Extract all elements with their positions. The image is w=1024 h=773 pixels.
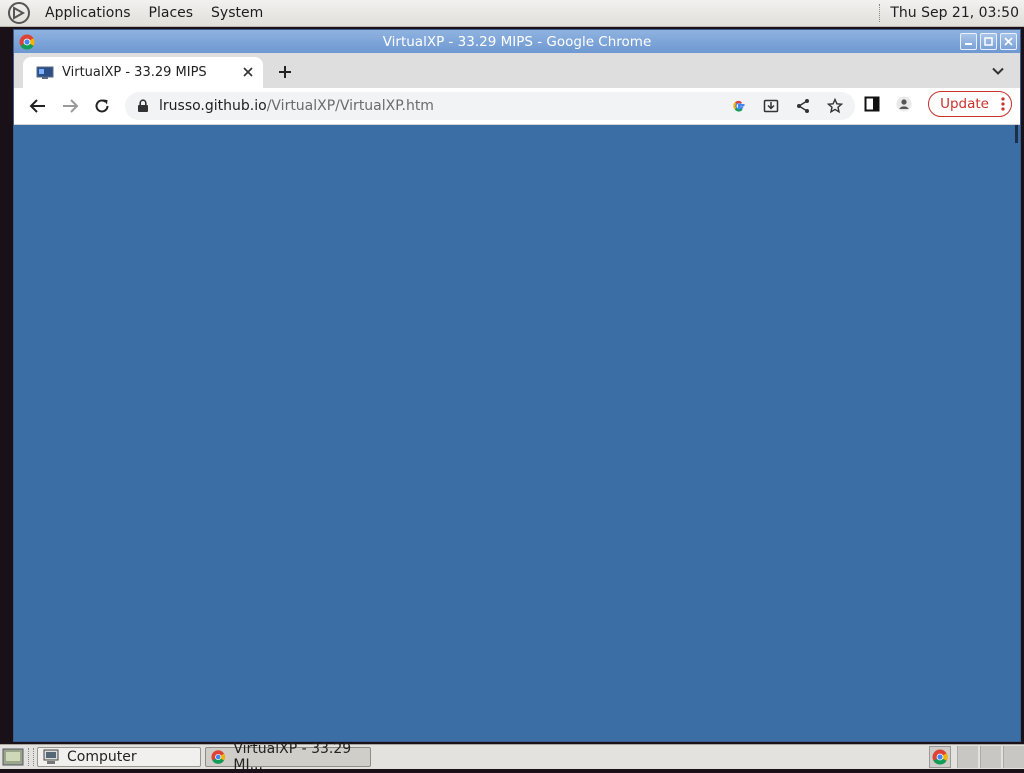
more-vert-icon (1001, 97, 1005, 111)
places-menu[interactable]: Places (140, 5, 203, 21)
tab-virtualxp[interactable]: VirtualXP - 33.29 MIPS (23, 57, 263, 88)
url-path: /VirtualXP/VirtualXP.htm (266, 98, 434, 114)
update-label: Update (940, 96, 989, 112)
show-desktop-icon[interactable] (2, 747, 24, 767)
task-chrome[interactable]: VirtualXP - 33.29 MI... (205, 741, 371, 773)
window-titlebar[interactable]: VirtualXP - 33.29 MIPS - Google Chrome (14, 30, 1020, 53)
maximize-icon (984, 37, 993, 46)
page-content[interactable] (14, 125, 1020, 741)
computer-icon (43, 749, 59, 764)
tray-chrome[interactable] (929, 746, 951, 768)
new-tab-button[interactable] (271, 58, 299, 86)
install-app-button[interactable] (761, 96, 781, 116)
address-bar[interactable]: lrusso.github.io/VirtualXP/VirtualXP.htm (125, 92, 855, 120)
panel-separator (879, 4, 882, 22)
omnibox-actions (729, 96, 845, 116)
forward-button[interactable] (56, 92, 84, 120)
profile-icon (896, 96, 912, 112)
install-icon (763, 99, 779, 113)
browser-window: VirtualXP - 33.29 MIPS - Google Chrome V… (13, 29, 1021, 742)
arrow-right-icon (63, 99, 79, 113)
browser-toolbar: lrusso.github.io/VirtualXP/VirtualXP.htm (14, 88, 1020, 125)
minimize-icon (965, 43, 972, 45)
tab-strip: VirtualXP - 33.29 MIPS (14, 53, 1020, 88)
close-icon (1004, 37, 1013, 46)
chrome-icon (19, 34, 35, 50)
side-panel-icon (864, 96, 880, 112)
panel-right-area: Thu Sep 21, 03:50 (879, 0, 1024, 26)
window-controls (960, 33, 1017, 50)
lock-icon[interactable] (137, 99, 149, 113)
workspace-2[interactable] (980, 746, 1001, 768)
reload-button[interactable] (88, 92, 116, 120)
update-button[interactable]: Update (928, 91, 1012, 117)
back-button[interactable] (24, 92, 52, 120)
profile-button[interactable] (892, 92, 916, 116)
bookmark-button[interactable] (825, 96, 845, 116)
chrome-icon (211, 750, 225, 764)
toolbar-right: Update (860, 91, 1012, 117)
plus-icon (279, 66, 291, 78)
taskbar-handle[interactable] (28, 748, 34, 766)
google-g-icon (733, 100, 745, 112)
task-computer[interactable]: Computer (37, 747, 201, 767)
top-panel: Applications Places System Thu Sep 21, 0… (0, 0, 1024, 27)
chrome-icon (932, 749, 948, 765)
system-menu[interactable]: System (202, 5, 272, 21)
scrollbar-thumb[interactable] (1015, 125, 1018, 143)
share-icon (797, 99, 809, 113)
window-title: VirtualXP - 33.29 MIPS - Google Chrome (382, 34, 652, 50)
star-icon (827, 98, 843, 114)
url-host: lrusso.github.io (159, 98, 267, 114)
distro-logo-icon[interactable] (8, 2, 30, 24)
chevron-down-icon[interactable] (990, 63, 1006, 79)
google-lens-button[interactable] (729, 96, 749, 116)
side-panel-button[interactable] (860, 92, 884, 116)
tab-close-icon[interactable] (241, 65, 255, 79)
workspace-3[interactable] (1003, 746, 1024, 768)
workspace-1[interactable] (957, 746, 978, 768)
system-tray (929, 745, 1024, 769)
task-label: VirtualXP - 33.29 MI... (233, 741, 352, 773)
bottom-taskbar: Computer VirtualXP - 33.29 MI... (0, 741, 1024, 773)
share-button[interactable] (793, 96, 813, 116)
reload-icon (95, 99, 109, 113)
close-window-button[interactable] (1000, 33, 1017, 50)
arrow-left-icon (29, 99, 45, 113)
virtualxp-favicon-icon (36, 66, 54, 79)
task-label: Computer (67, 749, 137, 765)
url-text: lrusso.github.io/VirtualXP/VirtualXP.htm (159, 98, 434, 114)
minimize-button[interactable] (960, 33, 977, 50)
clock[interactable]: Thu Sep 21, 03:50 (890, 5, 1024, 21)
tab-title: VirtualXP - 33.29 MIPS (62, 65, 207, 80)
maximize-button[interactable] (980, 33, 997, 50)
applications-menu[interactable]: Applications (36, 5, 140, 21)
